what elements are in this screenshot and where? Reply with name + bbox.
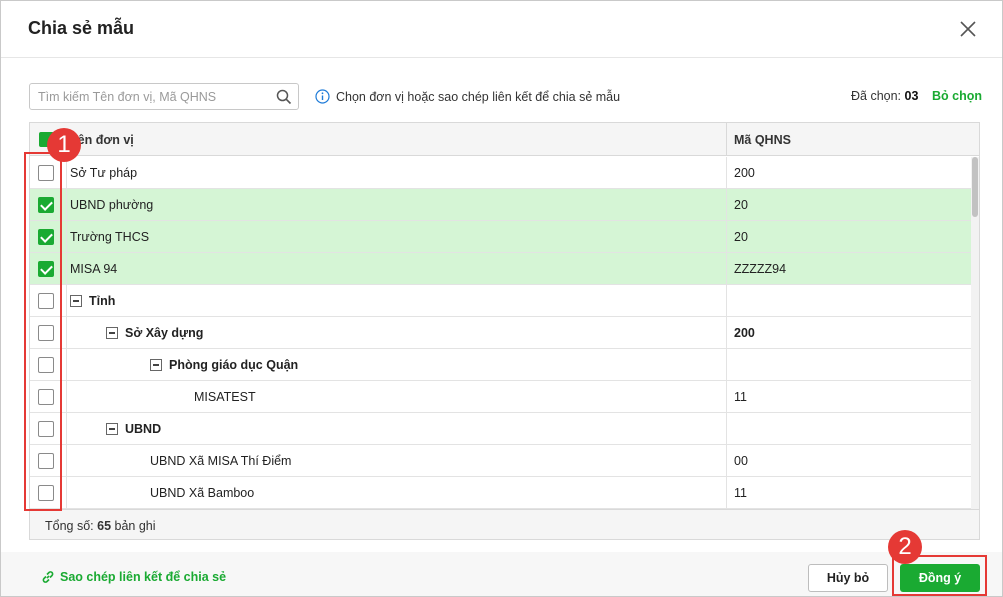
row-code: 200 xyxy=(734,166,755,180)
table-row[interactable]: UBND xyxy=(30,413,971,445)
row-divider xyxy=(726,285,727,317)
row-divider xyxy=(726,189,727,221)
row-divider xyxy=(726,445,727,477)
collapse-icon[interactable] xyxy=(106,423,118,435)
cancel-button[interactable]: Hủy bỏ xyxy=(808,564,888,592)
row-name-group: Phòng giáo dục Quận xyxy=(150,358,298,372)
table-row[interactable]: UBND Xã MISA Thí Điểm 00 xyxy=(30,445,971,477)
row-name: UBND phường xyxy=(70,198,154,212)
row-divider xyxy=(726,381,727,413)
unit-grid: Tên đơn vị Mã QHNS Sở Tư pháp 200 UBND p… xyxy=(29,122,980,540)
row-divider xyxy=(726,317,727,349)
close-icon[interactable] xyxy=(957,18,979,40)
table-row[interactable]: UBND Xã Bamboo 11 xyxy=(30,477,971,509)
total-label: Tổng số: xyxy=(45,519,94,533)
row-name: UBND Xã Bamboo xyxy=(150,486,255,500)
grid-footer: Tổng số: 65 bản ghi xyxy=(30,509,979,539)
row-name: MISA 94 xyxy=(70,262,118,276)
row-divider xyxy=(66,381,67,413)
row-name: Sở Tư pháp xyxy=(70,166,138,180)
row-name: MISATEST xyxy=(194,390,256,404)
row-divider xyxy=(66,477,67,509)
table-row[interactable]: Phòng giáo dục Quận xyxy=(30,349,971,381)
row-name-group: UBND xyxy=(106,422,161,436)
row-name-group: Sở Xây dựng xyxy=(106,326,203,340)
row-divider xyxy=(66,413,67,445)
row-code: 20 xyxy=(734,230,748,244)
search-box xyxy=(29,83,299,110)
link-icon xyxy=(42,571,54,583)
clear-selection-link[interactable]: Bỏ chọn xyxy=(932,89,982,103)
info-text: Chọn đơn vị hoặc sao chép liên kết để ch… xyxy=(336,89,621,104)
row-divider xyxy=(66,349,67,381)
row-code: 20 xyxy=(734,198,748,212)
row-name: UBND xyxy=(125,422,162,436)
collapse-icon[interactable] xyxy=(150,359,162,371)
row-divider xyxy=(726,253,727,285)
row-divider xyxy=(726,413,727,445)
selected-count: Đã chọn: 03 xyxy=(851,89,918,103)
row-code: 11 xyxy=(734,486,747,500)
column-header-code: Mã QHNS xyxy=(734,133,791,147)
selected-number: 03 xyxy=(904,89,919,103)
table-row[interactable]: Sở Xây dựng 200 xyxy=(30,317,971,349)
annotation-highlight-checkboxes xyxy=(24,152,62,511)
dialog-header: Chia sẻ mẫu xyxy=(1,1,1002,58)
row-divider xyxy=(66,317,67,349)
copy-share-link[interactable]: Sao chép liên kết để chia sẻ xyxy=(41,570,226,584)
table-row[interactable]: MISA 94 ZZZZZ94 xyxy=(30,253,971,285)
row-name: Tỉnh xyxy=(89,294,116,308)
row-code: 200 xyxy=(734,326,755,340)
grid-header: Tên đơn vị Mã QHNS xyxy=(30,123,979,156)
row-name: Phòng giáo dục Quận xyxy=(169,358,299,372)
row-divider xyxy=(66,445,67,477)
info-hint: Chọn đơn vị hoặc sao chép liên kết để ch… xyxy=(315,89,620,104)
scrollbar-thumb[interactable] xyxy=(972,157,978,217)
info-icon xyxy=(315,89,330,104)
share-template-dialog: Chia sẻ mẫu Chọn đơn vị hoặc sao chép li… xyxy=(0,0,1003,597)
dialog-footer: Sao chép liên kết để chia sẻ Hủy bỏ Đồng… xyxy=(1,552,1002,596)
collapse-icon[interactable] xyxy=(106,327,118,339)
row-name: UBND Xã MISA Thí Điểm xyxy=(150,454,292,468)
row-divider xyxy=(66,189,67,221)
row-code: ZZZZZ94 xyxy=(734,262,787,276)
search-icon[interactable] xyxy=(276,89,292,105)
total-records: Tổng số: 65 bản ghi xyxy=(45,519,156,533)
row-name-group: Tỉnh xyxy=(70,294,115,308)
dialog-title: Chia sẻ mẫu xyxy=(28,18,135,38)
row-divider xyxy=(66,221,67,253)
grid-rows: Sở Tư pháp 200 UBND phường 20 Trường THC… xyxy=(30,157,971,509)
row-code: 00 xyxy=(734,454,748,468)
table-row[interactable]: Trường THCS 20 xyxy=(30,221,971,253)
total-count: 65 xyxy=(97,519,112,533)
grid-scrollbar[interactable] xyxy=(971,157,979,509)
row-divider xyxy=(66,253,67,285)
search-input[interactable] xyxy=(38,88,268,106)
copy-link-label: Sao chép liên kết để chia sẻ xyxy=(60,570,227,584)
table-row[interactable]: Tỉnh xyxy=(30,285,971,317)
table-row[interactable]: Sở Tư pháp 200 xyxy=(30,157,971,189)
table-row[interactable]: MISATEST 11 xyxy=(30,381,971,413)
row-divider xyxy=(66,285,67,317)
selected-label: Đã chọn: xyxy=(851,89,902,103)
annotation-badge-2: 2 xyxy=(888,530,922,564)
table-row[interactable]: UBND phường 20 xyxy=(30,189,971,221)
row-divider xyxy=(726,349,727,381)
row-name: Trường THCS xyxy=(70,230,150,244)
annotation-badge-1: 1 xyxy=(47,128,81,162)
column-divider xyxy=(726,123,727,156)
row-divider xyxy=(726,221,727,253)
collapse-icon[interactable] xyxy=(70,295,82,307)
total-suffix: bản ghi xyxy=(114,519,156,533)
row-divider xyxy=(726,477,727,509)
row-divider xyxy=(726,157,727,189)
row-code: 11 xyxy=(734,390,747,404)
row-name: Sở Xây dựng xyxy=(125,326,204,340)
